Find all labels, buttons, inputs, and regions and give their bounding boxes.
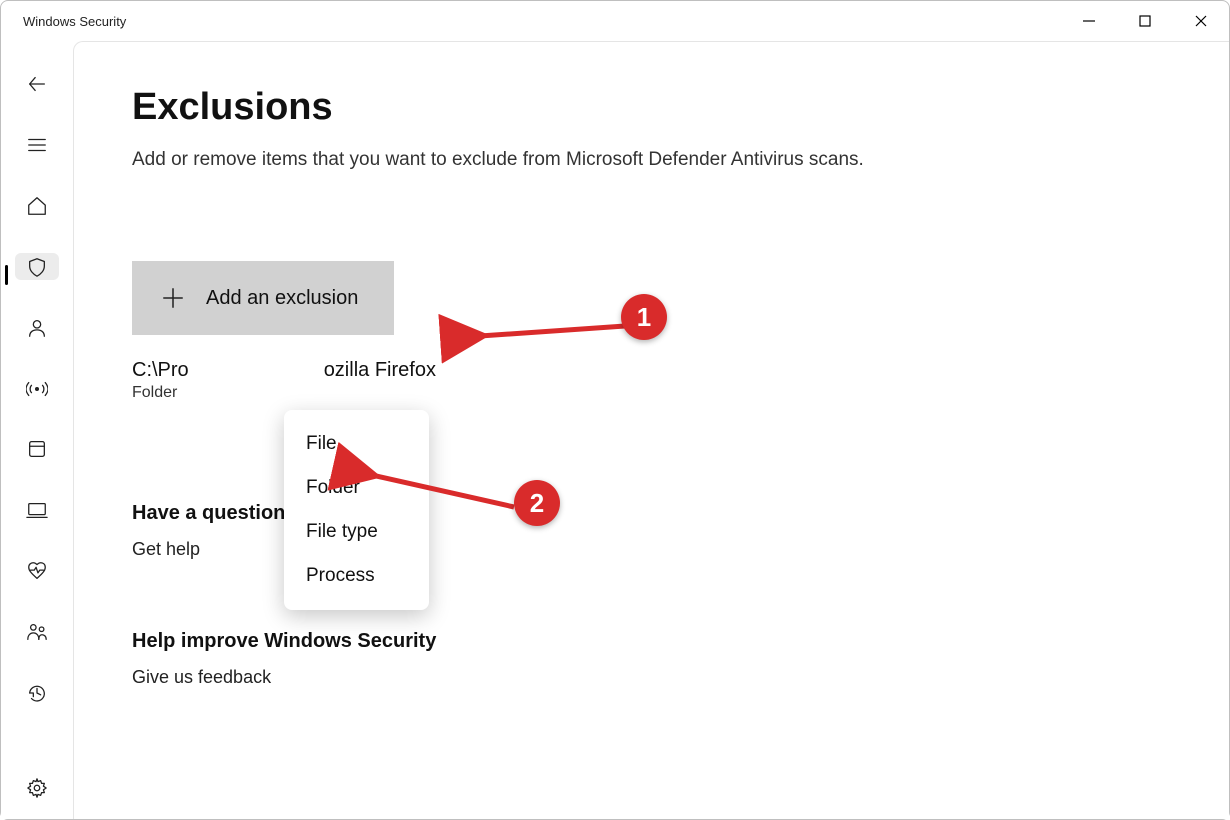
minimize-icon bbox=[1082, 14, 1096, 28]
app-window: Windows Security bbox=[0, 0, 1230, 820]
sidebar bbox=[1, 41, 73, 819]
close-icon bbox=[1194, 14, 1208, 28]
sidebar-item-device-performance[interactable] bbox=[15, 558, 59, 585]
person-icon bbox=[26, 317, 48, 339]
sidebar-item-firewall[interactable] bbox=[15, 375, 59, 402]
family-icon bbox=[26, 621, 48, 643]
add-exclusion-label: Add an exclusion bbox=[206, 287, 358, 310]
maximize-icon bbox=[1138, 14, 1152, 28]
give-feedback-link[interactable]: Give us feedback bbox=[132, 667, 271, 688]
hamburger-button[interactable] bbox=[15, 132, 59, 159]
annotation-callout-2: 2 bbox=[514, 480, 560, 526]
network-icon bbox=[26, 378, 48, 400]
heart-pulse-icon bbox=[26, 560, 48, 582]
sidebar-item-account-protection[interactable] bbox=[15, 314, 59, 341]
window-title: Windows Security bbox=[23, 14, 126, 29]
sidebar-item-family-options[interactable] bbox=[15, 618, 59, 645]
sidebar-item-app-browser-control[interactable] bbox=[15, 436, 59, 463]
titlebar: Windows Security bbox=[1, 1, 1229, 41]
sidebar-item-home[interactable] bbox=[15, 193, 59, 220]
app-icon bbox=[26, 438, 48, 460]
home-icon bbox=[26, 195, 48, 217]
shield-icon bbox=[26, 256, 48, 278]
close-button[interactable] bbox=[1173, 1, 1229, 41]
page-description: Add or remove items that you want to exc… bbox=[132, 149, 1171, 171]
plus-icon bbox=[160, 285, 186, 311]
sidebar-item-settings[interactable] bbox=[15, 774, 59, 801]
dropdown-item-file[interactable]: File bbox=[284, 422, 429, 466]
exclusion-entry[interactable]: C:\Proozilla Firefox Folder bbox=[132, 359, 1171, 402]
maximize-button[interactable] bbox=[1117, 1, 1173, 41]
back-button[interactable] bbox=[15, 71, 59, 98]
exclusion-type-label: Folder bbox=[132, 384, 1171, 402]
history-icon bbox=[26, 682, 48, 704]
annotation-arrow-2 bbox=[362, 467, 522, 517]
exclusion-path: C:\Proozilla Firefox bbox=[132, 359, 1171, 382]
minimize-button[interactable] bbox=[1061, 1, 1117, 41]
main-panel: Exclusions Add or remove items that you … bbox=[73, 41, 1229, 819]
get-help-link[interactable]: Get help bbox=[132, 539, 200, 560]
annotation-callout-1: 1 bbox=[621, 294, 667, 340]
add-exclusion-button[interactable]: Add an exclusion bbox=[132, 261, 394, 335]
window-controls bbox=[1061, 1, 1229, 41]
back-arrow-icon bbox=[26, 73, 48, 95]
page-title: Exclusions bbox=[132, 86, 1171, 129]
dropdown-item-process[interactable]: Process bbox=[284, 554, 429, 598]
sidebar-item-protection-history[interactable] bbox=[15, 679, 59, 706]
annotation-arrow-1 bbox=[470, 313, 635, 353]
hamburger-icon bbox=[26, 134, 48, 156]
improve-heading: Help improve Windows Security bbox=[132, 630, 1171, 653]
sidebar-item-device-security[interactable] bbox=[15, 497, 59, 524]
gear-icon bbox=[26, 777, 48, 799]
sidebar-item-virus-protection[interactable] bbox=[15, 253, 59, 280]
device-icon bbox=[26, 499, 48, 521]
